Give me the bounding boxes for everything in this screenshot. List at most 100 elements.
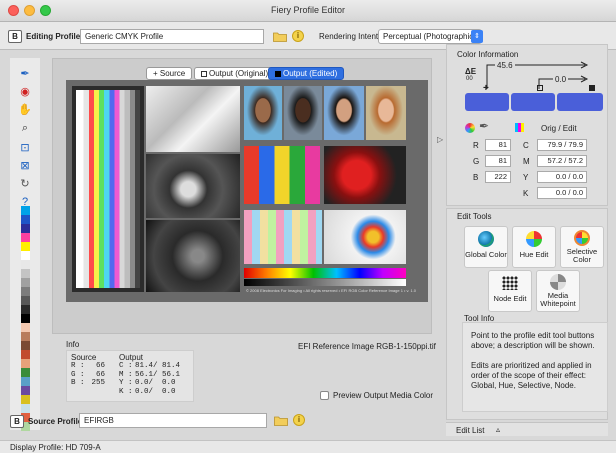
palette-swatch[interactable] <box>21 377 30 386</box>
color-swatches <box>465 93 603 111</box>
profile-info-icon[interactable]: i <box>292 30 304 42</box>
actual-size-icon[interactable]: ⊠ <box>17 158 33 174</box>
palette-swatch[interactable] <box>21 251 30 260</box>
rendering-intent-dropdown-icon[interactable]: ⇕ <box>471 30 483 43</box>
open-folder-icon[interactable] <box>273 31 287 42</box>
delta-e-source-output-value: 45.6 <box>495 61 515 70</box>
fit-view-icon[interactable]: ⊡ <box>17 140 33 156</box>
media-whitepoint-button[interactable]: Media Whitepoint <box>536 270 580 312</box>
palette-swatch[interactable] <box>21 386 30 395</box>
palette-swatch[interactable] <box>21 206 30 215</box>
color-wheel-icon <box>526 231 542 247</box>
target-icon[interactable]: ◉ <box>17 84 33 100</box>
palette-swatch[interactable] <box>21 296 30 305</box>
panel-toggle-icon[interactable]: ▷ <box>437 135 443 144</box>
cmyk-channel-label: M <box>523 157 530 166</box>
source-channel-label: R : <box>71 362 85 370</box>
rendering-intent-label: Rendering Intent: <box>319 32 381 41</box>
source-value: 66 <box>95 370 105 379</box>
hue-edit-button[interactable]: Hue Edit <box>512 226 556 268</box>
cmyk-channel-label: C <box>523 141 529 150</box>
open-source-folder-icon[interactable] <box>274 415 288 426</box>
node-grid-icon <box>502 276 518 290</box>
hand-icon[interactable]: ✋ <box>17 102 33 118</box>
selective-color-button[interactable]: Selective Color <box>560 226 604 268</box>
palette-swatch[interactable] <box>21 359 30 368</box>
media-whitepoint-label: Media Whitepoint <box>540 291 576 308</box>
output-original-swatch-icon <box>201 71 207 77</box>
palette-swatch[interactable] <box>21 305 30 314</box>
node-edit-label: Node Edit <box>493 294 527 303</box>
output-value: 56.1/ 56.1 <box>135 370 181 379</box>
output-edited-swatch-icon <box>275 71 281 77</box>
source-value: 255 <box>91 379 105 387</box>
tab-output-original[interactable]: Output (Original) <box>194 67 276 80</box>
delta-e-original-edited-value: 0.0 <box>553 75 569 84</box>
photo-portrait-4 <box>366 86 406 140</box>
global-color-button[interactable]: Global Color <box>464 226 508 268</box>
edit-tools-title: Edit Tools <box>457 212 492 221</box>
cmyk-value-field: 0.0 / 0.0 <box>537 171 587 183</box>
palette-swatch[interactable] <box>21 314 30 323</box>
photo-chalk <box>244 210 322 264</box>
color-information-panel: Color Information ΔE 00 45.6 0.0 + ✒ Ori… <box>446 44 608 206</box>
rgb-value-field[interactable]: 81 <box>485 139 511 151</box>
editing-profile-label: Editing Profile: <box>26 32 83 41</box>
hue-gradient-bar <box>244 268 406 278</box>
palette-swatch[interactable] <box>21 350 30 359</box>
palette-swatch[interactable] <box>21 278 30 287</box>
palette-swatch[interactable] <box>21 341 30 350</box>
palette-swatch[interactable] <box>21 368 30 377</box>
node-edit-button[interactable]: Node Edit <box>488 270 532 312</box>
palette-swatch[interactable] <box>21 323 30 332</box>
output-original-marker-icon <box>537 85 543 91</box>
cmyk-value-field: 57.2 / 57.2 <box>537 155 587 167</box>
tab-output-original-label: Output (Original) <box>209 69 269 78</box>
palette-swatch[interactable] <box>21 269 30 278</box>
source-value: 66 <box>95 362 105 370</box>
status-bar: Display Profile: HD 709-A <box>0 440 616 453</box>
rgb-value-field[interactable]: 222 <box>485 171 511 183</box>
tool-info-panel: Point to the profile edit tool buttons a… <box>462 322 608 412</box>
tab-output-edited[interactable]: Output (Edited) <box>268 67 345 80</box>
magnifier-icon[interactable]: ⌕ <box>17 120 33 136</box>
tab-source[interactable]: + Source <box>146 67 193 80</box>
tool-info-text-2: Edits are prioritized and applied in ord… <box>471 361 592 390</box>
palette-swatch[interactable] <box>21 242 30 251</box>
palette-swatch[interactable] <box>21 404 30 413</box>
eyedropper-icon[interactable]: ✒ <box>17 66 33 82</box>
rgb-channel-label: R <box>473 141 479 150</box>
rgb-channel-label: G <box>473 157 480 166</box>
reference-image[interactable]: © 2008 Electronics For Imaging • All rig… <box>66 80 428 302</box>
palette-swatch[interactable] <box>21 260 30 269</box>
edit-list-expand-icon[interactable]: ▵ <box>496 425 500 434</box>
palette-swatch[interactable] <box>21 395 30 404</box>
preview-output-media-checkbox[interactable] <box>320 391 329 400</box>
info-title: Info <box>66 340 80 349</box>
eyedropper-sample-icon[interactable]: ✒ <box>479 119 489 133</box>
rotate-icon[interactable]: ↻ <box>17 176 33 192</box>
source-profile-info-icon[interactable]: i <box>293 414 305 426</box>
palette-swatch[interactable] <box>21 215 30 224</box>
palette-swatch[interactable] <box>21 233 30 242</box>
palette-swatch[interactable] <box>21 224 30 233</box>
rgb-value-field[interactable]: 81 <box>485 155 511 167</box>
source-header: Source <box>71 353 97 362</box>
tab-output-edited-label: Output (Edited) <box>283 69 338 78</box>
cmyk-color-icon <box>515 123 524 132</box>
photo-portrait-2 <box>284 86 322 140</box>
info-values-box: Source Output R : 66 G : 66 B : 255 C :81.4/ … <box>66 350 194 402</box>
rendering-intent-select[interactable]: Perceptual (Photographic) <box>378 29 482 44</box>
source-profile-field[interactable]: EFIRGB <box>79 413 267 428</box>
palette-swatch[interactable] <box>21 332 30 341</box>
palette-swatch[interactable] <box>21 287 30 296</box>
edit-list-bar[interactable]: Edit List ▵ <box>446 422 608 436</box>
rgb-color-icon <box>465 123 475 133</box>
crosshair-color-icon <box>574 230 590 246</box>
output-channel-label: Y : <box>119 379 133 387</box>
source-swatch <box>465 93 509 111</box>
profile-badge-icon: B <box>8 30 22 43</box>
photo-color-rings <box>324 210 406 264</box>
editing-profile-field[interactable]: Generic CMYK Profile <box>80 29 264 44</box>
output-channel-label: K : <box>119 387 133 396</box>
